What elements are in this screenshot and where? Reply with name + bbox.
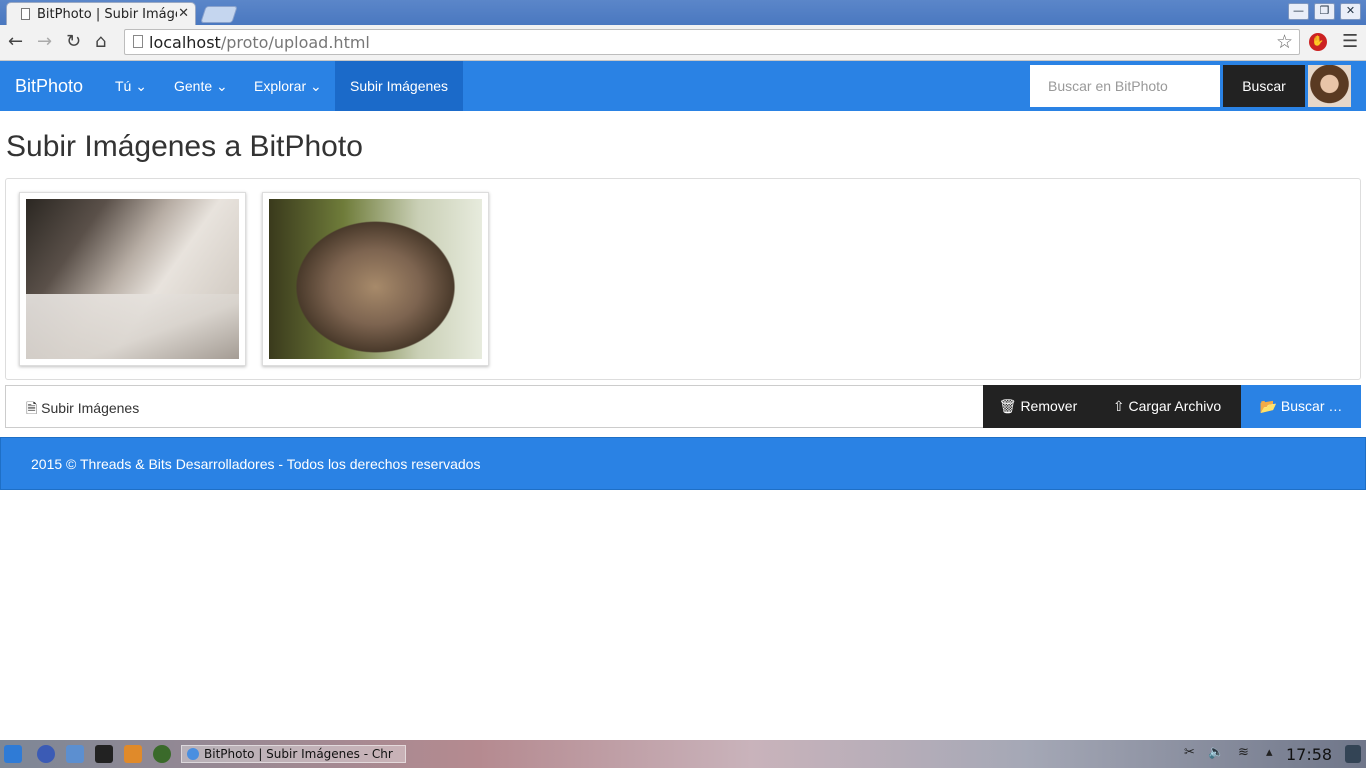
brand-link[interactable]: BitPhoto bbox=[15, 76, 83, 97]
clock: 17:58 bbox=[1286, 745, 1333, 764]
chevron-down-icon: ⌄ bbox=[310, 78, 322, 94]
browser-toolbar: ← → ↻ ⌂ localhost/proto/upload.html ☆ ✋ … bbox=[0, 25, 1366, 61]
browser-tabstrip: BitPhoto | Subir Imágenes ✕ — ❐ ✕ bbox=[0, 0, 1366, 25]
folder-open-icon: 📂 bbox=[1259, 398, 1278, 414]
tab-title: BitPhoto | Subir Imágenes bbox=[37, 7, 177, 22]
taskbar-task-chrome[interactable]: BitPhoto | Subir Imágenes - Chr bbox=[181, 745, 406, 763]
close-window-button[interactable]: ✕ bbox=[1340, 3, 1361, 20]
nav-item-tu[interactable]: Tú ⌄ bbox=[115, 78, 147, 95]
avatar[interactable] bbox=[1308, 65, 1351, 107]
tray-expand-icon[interactable]: ▴ bbox=[1266, 745, 1273, 760]
file-manager-icon[interactable] bbox=[66, 745, 84, 763]
cat-photo bbox=[26, 199, 239, 359]
chevron-down-icon: ⌄ bbox=[216, 78, 228, 94]
browser-menu-icon[interactable]: ☰ bbox=[1342, 31, 1358, 52]
browser-icon[interactable] bbox=[37, 745, 55, 763]
upload-button[interactable]: ⇧ Cargar Archivo bbox=[1093, 385, 1241, 428]
play-icon[interactable] bbox=[153, 745, 171, 763]
trash-icon: 🗑 bbox=[998, 398, 1017, 414]
wifi-icon[interactable]: ≋ bbox=[1238, 745, 1249, 760]
scissors-icon[interactable]: ✂ bbox=[1184, 745, 1195, 760]
image-thumbnail[interactable] bbox=[19, 192, 246, 366]
home-icon[interactable]: ⌂ bbox=[95, 32, 106, 52]
page-icon bbox=[21, 8, 30, 20]
page-icon bbox=[133, 35, 143, 48]
os-taskbar: BitPhoto | Subir Imágenes - Chr ✂ 🔈 ≋ ▴ … bbox=[0, 740, 1366, 768]
bookmark-star-icon[interactable]: ☆ bbox=[1276, 31, 1293, 53]
search-input[interactable] bbox=[1030, 65, 1220, 107]
site-navbar: BitPhoto Tú ⌄ Gente ⌄ Explorar ⌄ Subir I… bbox=[0, 61, 1366, 111]
volume-icon[interactable]: 🔈 bbox=[1208, 745, 1224, 760]
image-thumbnail[interactable] bbox=[262, 192, 489, 366]
file-icon: 🗎 bbox=[26, 400, 38, 416]
footer: 2015 © Threads & Bits Desarrolladores - … bbox=[0, 437, 1366, 490]
address-url: localhost/proto/upload.html bbox=[149, 33, 370, 52]
minimize-button[interactable]: — bbox=[1288, 3, 1309, 20]
nav-item-gente[interactable]: Gente ⌄ bbox=[174, 78, 228, 95]
sublime-text-icon[interactable] bbox=[124, 745, 142, 763]
remove-button[interactable]: 🗑 Remover bbox=[983, 385, 1093, 428]
cat-photo bbox=[269, 199, 482, 359]
new-tab-button[interactable] bbox=[200, 6, 238, 23]
footer-text: 2015 © Threads & Bits Desarrolladores - … bbox=[31, 456, 481, 472]
start-menu-icon[interactable] bbox=[4, 745, 22, 763]
search-button[interactable]: Buscar bbox=[1223, 65, 1305, 107]
back-icon[interactable]: ← bbox=[8, 32, 23, 52]
close-tab-icon[interactable]: ✕ bbox=[178, 6, 189, 21]
reload-icon[interactable]: ↻ bbox=[66, 32, 81, 52]
nav-item-explorar[interactable]: Explorar ⌄ bbox=[254, 78, 322, 95]
upload-icon: ⇧ bbox=[1112, 398, 1125, 414]
show-desktop-icon[interactable] bbox=[1345, 745, 1361, 763]
browse-button[interactable]: 📂 Buscar … bbox=[1241, 385, 1361, 428]
file-caption: 🗎 Subir Imágenes bbox=[26, 400, 140, 416]
address-bar[interactable]: localhost/proto/upload.html ☆ bbox=[124, 29, 1300, 55]
chrome-icon bbox=[187, 748, 199, 760]
chevron-down-icon: ⌄ bbox=[135, 78, 147, 94]
nav-item-subir-imagenes[interactable]: Subir Imágenes bbox=[335, 61, 463, 111]
file-input-group: 🗎 Subir Imágenes 🗑 Remover ⇧ Cargar Arch… bbox=[5, 385, 1361, 428]
terminal-icon[interactable] bbox=[95, 745, 113, 763]
forward-icon[interactable]: → bbox=[37, 32, 52, 52]
adblock-extension-icon[interactable]: ✋ bbox=[1309, 33, 1327, 51]
restore-button[interactable]: ❐ bbox=[1314, 3, 1335, 20]
page-title: Subir Imágenes a BitPhoto bbox=[6, 130, 363, 163]
browser-tab[interactable]: BitPhoto | Subir Imágenes ✕ bbox=[6, 2, 196, 25]
